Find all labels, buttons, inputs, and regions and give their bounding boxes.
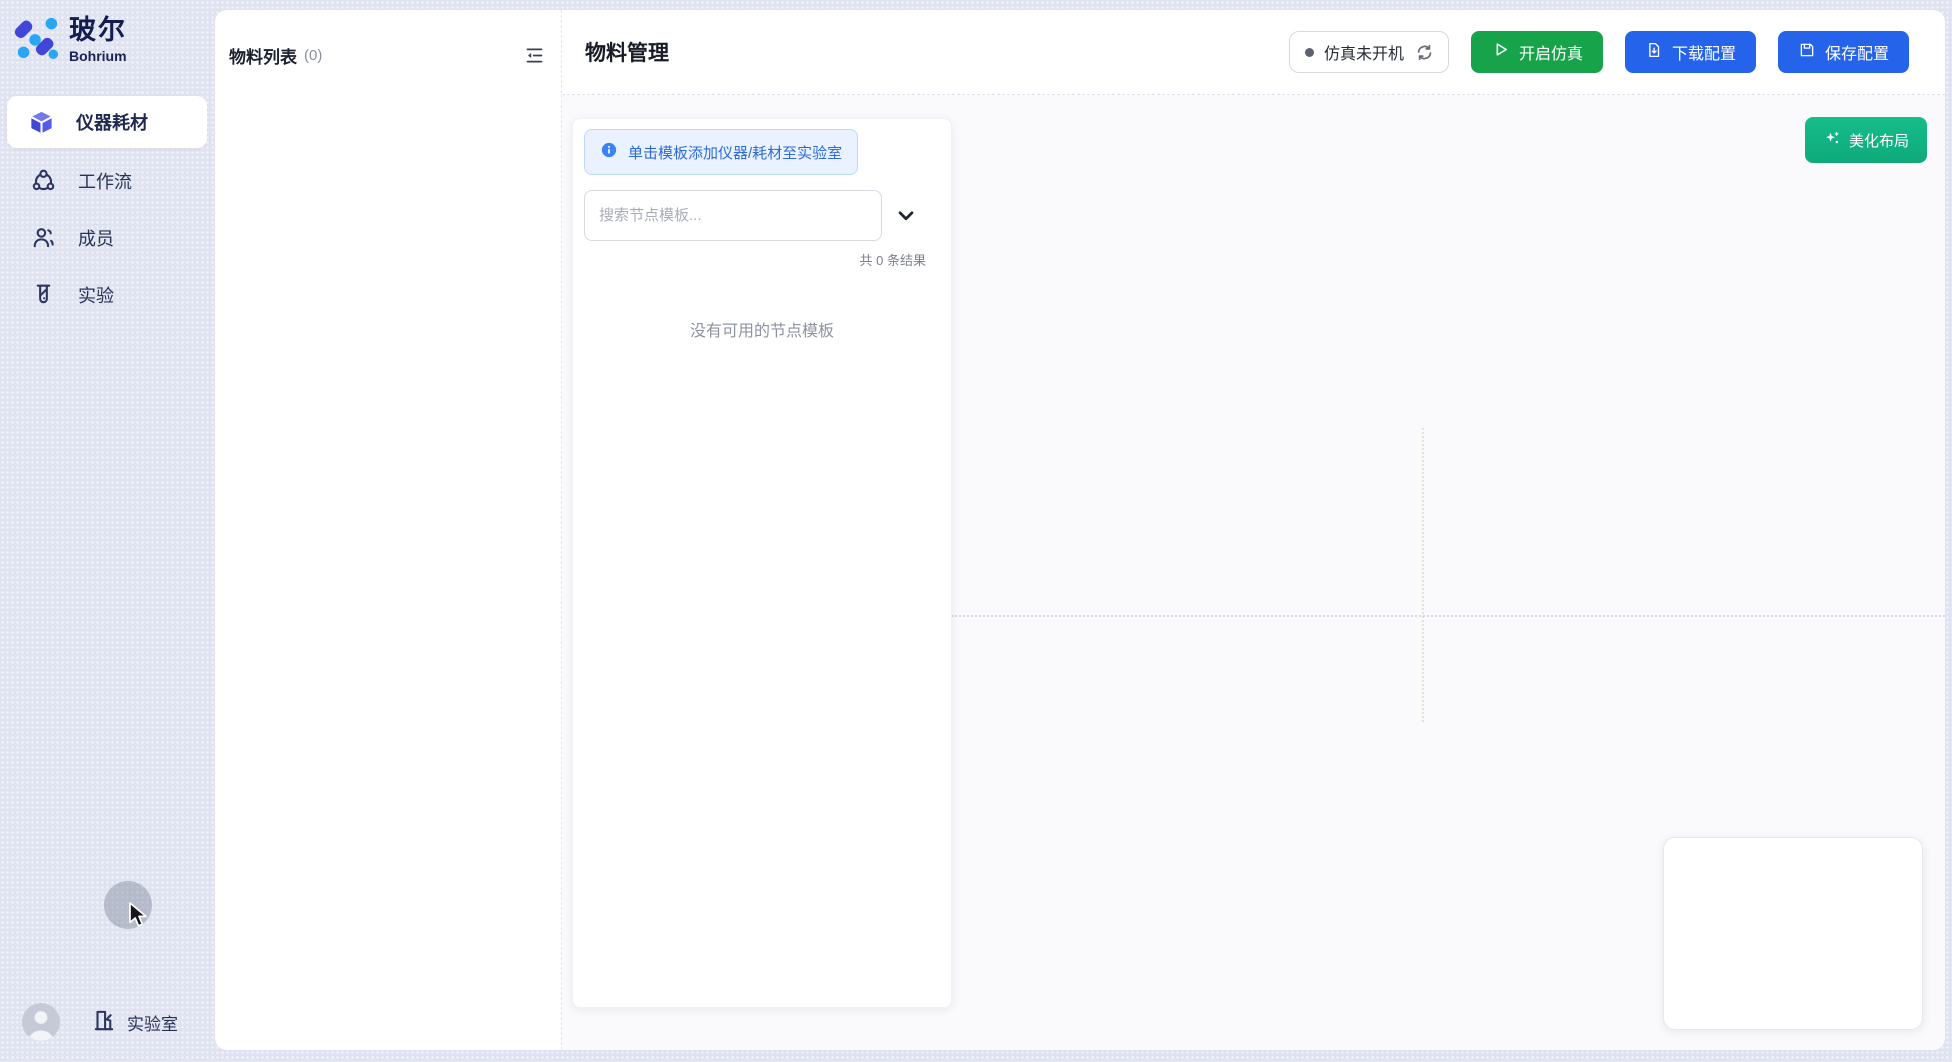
sidebar: 玻尔 Bohrium 仪器耗材 (0, 0, 215, 1062)
simulation-status-pill: 仿真未开机 (1289, 31, 1449, 73)
info-banner-text: 单击模板添加仪器/耗材至实验室 (628, 142, 842, 163)
save-config-label: 保存配置 (1825, 40, 1889, 64)
play-icon (1491, 40, 1510, 64)
layout-canvas[interactable]: 单击模板添加仪器/耗材至实验室 共 0 条结果 没有可用的节点模板 (562, 95, 1945, 1050)
search-input[interactable] (584, 190, 882, 241)
experiment-icon (30, 281, 57, 308)
sidebar-menu: 仪器耗材 工作流 (0, 96, 215, 323)
sidebar-item-label: 仪器耗材 (76, 109, 148, 135)
app-window: 玻尔 Bohrium 仪器耗材 (0, 0, 1952, 1062)
menu-fold-icon[interactable] (524, 45, 545, 66)
minimap-panel[interactable] (1663, 837, 1923, 1030)
template-search-row (584, 190, 940, 241)
chevron-down-icon[interactable] (895, 205, 917, 227)
sidebar-item-label: 成员 (78, 225, 114, 251)
avatar[interactable] (22, 1003, 60, 1041)
empty-template-message: 没有可用的节点模板 (584, 317, 940, 341)
header-actions: 仿真未开机 (1289, 31, 1909, 73)
workflow-icon (30, 167, 57, 194)
material-list-count: (0) (304, 47, 322, 64)
beautify-layout-button[interactable]: 美化布局 (1805, 117, 1927, 163)
material-list-header: 物料列表 (0) (215, 10, 561, 68)
info-banner: 单击模板添加仪器/耗材至实验室 (584, 129, 858, 175)
node-template-panel: 单击模板添加仪器/耗材至实验室 共 0 条结果 没有可用的节点模板 (572, 118, 952, 1008)
material-list-panel: 物料列表 (0) (215, 10, 562, 1050)
download-config-label: 下载配置 (1672, 40, 1736, 64)
beautify-layout-label: 美化布局 (1849, 130, 1909, 151)
sidebar-item-workflow[interactable]: 工作流 (0, 152, 215, 209)
refresh-icon[interactable] (1416, 44, 1433, 61)
mouse-cursor (127, 901, 151, 934)
brand-name-zh: 玻尔 (69, 17, 127, 44)
save-icon (1798, 41, 1816, 64)
start-simulation-button[interactable]: 开启仿真 (1471, 31, 1603, 73)
lab-label: 实验室 (127, 1010, 178, 1035)
sidebar-item-members[interactable]: 成员 (0, 209, 215, 266)
lab-entry[interactable]: 实验室 (91, 1007, 178, 1038)
canvas-guide-horizontal (952, 615, 1945, 617)
info-icon (600, 141, 618, 163)
status-label: 仿真未开机 (1324, 40, 1404, 64)
sidebar-item-experiment[interactable]: 实验 (0, 266, 215, 323)
status-dot-icon (1305, 48, 1314, 57)
cube-icon (28, 109, 55, 136)
main-header: 物料管理 仿真未开机 (562, 10, 1945, 95)
canvas-guide-vertical (1422, 428, 1424, 722)
result-count: 共 0 条结果 (584, 250, 926, 269)
sidebar-item-instruments[interactable]: 仪器耗材 (7, 96, 207, 148)
main-area: 物料管理 仿真未开机 (562, 10, 1945, 1050)
brand-name-en: Bohrium (69, 49, 127, 63)
members-icon (30, 224, 57, 251)
sidebar-footer: 实验室 (0, 994, 215, 1050)
save-config-button[interactable]: 保存配置 (1778, 31, 1909, 73)
sidebar-item-label: 工作流 (78, 168, 132, 194)
sidebar-item-label: 实验 (78, 282, 114, 308)
brand: 玻尔 Bohrium (0, 0, 215, 65)
content-container: 物料列表 (0) 物料管理 仿真未开机 (215, 10, 1945, 1050)
material-list-title: 物料列表 (229, 43, 297, 68)
page-title: 物料管理 (585, 37, 669, 67)
sparkles-icon (1823, 129, 1841, 151)
building-icon (91, 1007, 117, 1038)
bohrium-logo-icon (14, 14, 60, 65)
file-download-icon (1645, 41, 1663, 64)
start-simulation-label: 开启仿真 (1519, 40, 1583, 64)
download-config-button[interactable]: 下载配置 (1625, 31, 1756, 73)
